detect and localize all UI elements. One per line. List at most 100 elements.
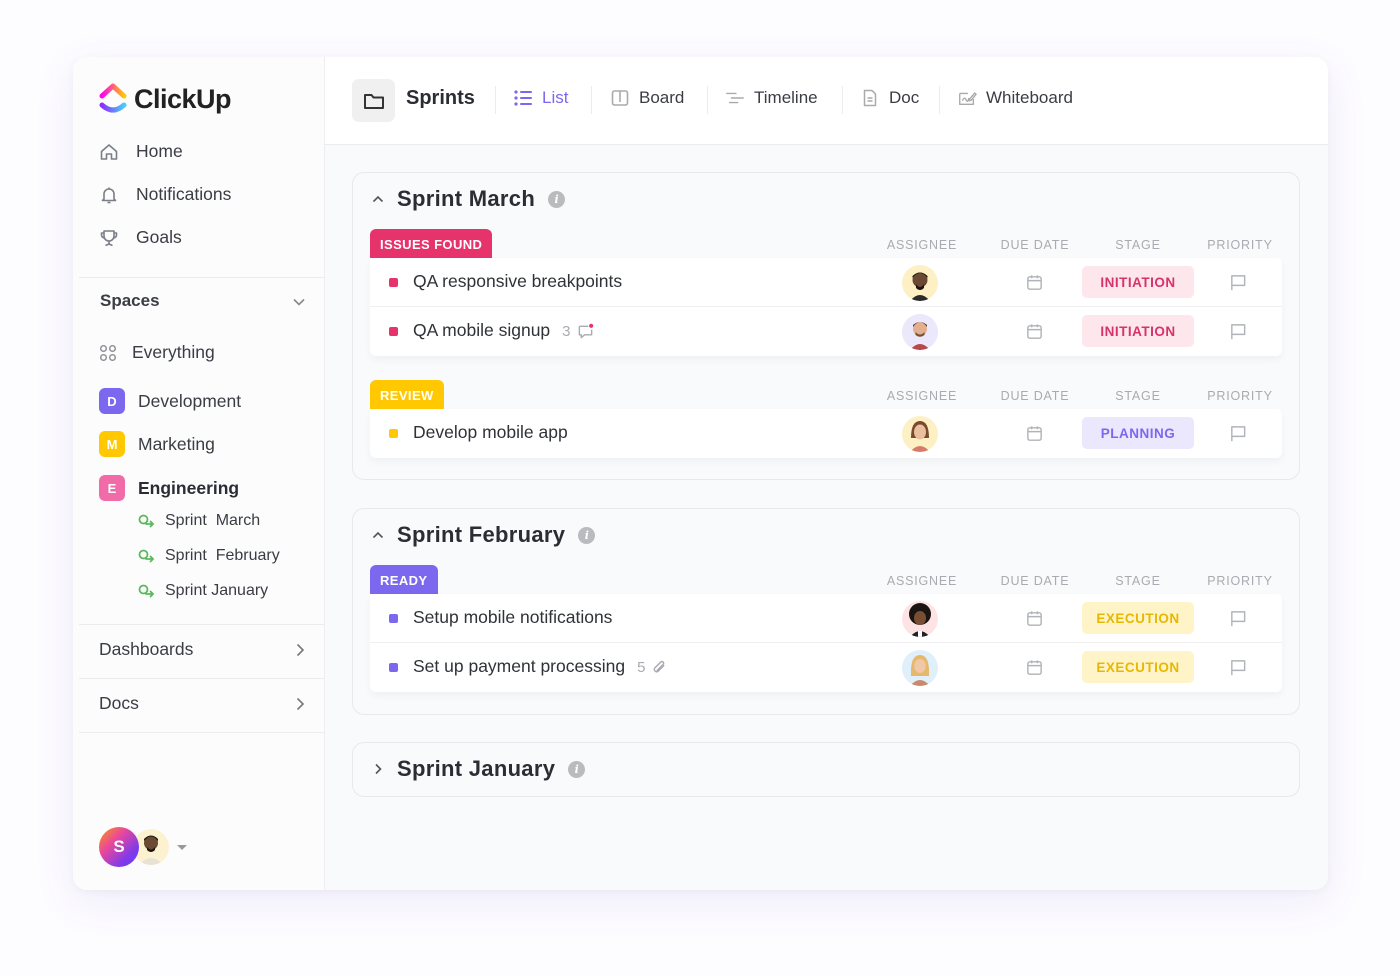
comment-icon bbox=[577, 323, 594, 340]
tab-label: List bbox=[542, 88, 569, 107]
tab-list[interactable]: List bbox=[513, 88, 568, 108]
tab-doc[interactable]: Doc bbox=[860, 88, 919, 108]
status-group-issues-found: ISSUES FOUND ASSIGNEE DUE DATE STAGE PRI… bbox=[370, 229, 1282, 357]
column-header-stage[interactable]: STAGE bbox=[1098, 574, 1178, 588]
tab-board[interactable]: Board bbox=[610, 88, 684, 108]
sprint-header[interactable]: Sprint February i bbox=[371, 522, 596, 548]
nav-goals[interactable]: Goals bbox=[99, 227, 182, 248]
sidebar-space-development[interactable]: D Development bbox=[99, 388, 241, 414]
column-header-due-date[interactable]: DUE DATE bbox=[995, 574, 1075, 588]
task-row[interactable]: QA mobile signup 3 INITIATION bbox=[370, 307, 1282, 356]
user-menu[interactable]: S bbox=[99, 827, 187, 867]
task-row[interactable]: Set up payment processing 5 EXECUTION bbox=[370, 643, 1282, 692]
info-icon[interactable]: i bbox=[548, 190, 566, 208]
tab-whiteboard[interactable]: Whiteboard bbox=[957, 88, 1073, 108]
chevron-up-icon[interactable] bbox=[371, 192, 385, 206]
flag-icon[interactable] bbox=[1228, 322, 1248, 341]
task-row[interactable]: QA responsive breakpoints INITIATION bbox=[370, 258, 1282, 307]
column-header-assignee[interactable]: ASSIGNEE bbox=[882, 389, 962, 403]
status-tag[interactable]: REVIEW bbox=[370, 380, 444, 410]
sidebar-space-marketing[interactable]: M Marketing bbox=[99, 431, 215, 457]
chevron-down-icon[interactable] bbox=[292, 295, 306, 309]
task-row[interactable]: Setup mobile notifications EXECUTION bbox=[370, 594, 1282, 643]
flag-icon[interactable] bbox=[1228, 273, 1248, 292]
status-dot bbox=[389, 327, 398, 336]
main-content: Sprints List Board Timeline Doc Whiteboa… bbox=[325, 57, 1328, 890]
whiteboard-icon bbox=[957, 88, 977, 108]
sidebar-space-engineering[interactable]: E Engineering bbox=[99, 475, 239, 501]
column-header-stage[interactable]: STAGE bbox=[1098, 389, 1178, 403]
stage-badge[interactable]: INITIATION bbox=[1082, 266, 1194, 298]
calendar-icon[interactable] bbox=[1025, 424, 1044, 443]
assignee-avatar[interactable] bbox=[902, 265, 938, 301]
breadcrumb[interactable]: Sprints bbox=[406, 87, 475, 110]
folder-icon bbox=[363, 93, 384, 109]
sidebar-sprint-january[interactable]: Sprint January bbox=[138, 582, 268, 600]
assignee-avatar[interactable] bbox=[902, 601, 938, 637]
flag-icon[interactable] bbox=[1228, 658, 1248, 677]
flag-icon[interactable] bbox=[1228, 609, 1248, 628]
sidebar-item-everything[interactable]: Everything bbox=[99, 342, 215, 363]
status-tag[interactable]: ISSUES FOUND bbox=[370, 229, 493, 259]
info-icon[interactable]: i bbox=[568, 760, 586, 778]
column-header-assignee[interactable]: ASSIGNEE bbox=[882, 574, 962, 588]
sprint-header[interactable]: Sprint January i bbox=[371, 756, 586, 782]
column-header-due-date[interactable]: DUE DATE bbox=[995, 389, 1075, 403]
column-header-assignee[interactable]: ASSIGNEE bbox=[882, 238, 962, 252]
column-header-stage[interactable]: STAGE bbox=[1098, 238, 1178, 252]
task-name[interactable]: QA mobile signup 3 bbox=[413, 320, 594, 341]
attachment-count[interactable]: 5 bbox=[637, 659, 668, 676]
task-list: Setup mobile notifications EXECUTION Set… bbox=[370, 594, 1282, 692]
section-label: Dashboards bbox=[99, 639, 194, 659]
stage-badge[interactable]: EXECUTION bbox=[1082, 602, 1194, 634]
chevron-right-icon[interactable] bbox=[371, 762, 385, 776]
column-header-priority[interactable]: PRIORITY bbox=[1200, 574, 1280, 588]
sprint-label: Sprint January bbox=[165, 582, 269, 599]
comment-count-value: 3 bbox=[562, 323, 571, 340]
nav-notifications[interactable]: Notifications bbox=[99, 184, 231, 205]
clickup-logo[interactable]: ClickUp bbox=[99, 82, 232, 116]
sidebar-divider bbox=[79, 678, 324, 679]
sidebar-sprint-march[interactable]: Sprint March bbox=[138, 512, 260, 530]
calendar-icon[interactable] bbox=[1025, 658, 1044, 677]
nav-home[interactable]: Home bbox=[99, 141, 183, 162]
column-header-due-date[interactable]: DUE DATE bbox=[995, 238, 1075, 252]
status-tag[interactable]: READY bbox=[370, 565, 438, 595]
task-name[interactable]: Set up payment processing 5 bbox=[413, 656, 668, 677]
flag-icon[interactable] bbox=[1228, 424, 1248, 443]
task-row[interactable]: Develop mobile app PLANNING bbox=[370, 409, 1282, 458]
tab-timeline[interactable]: Timeline bbox=[725, 88, 818, 108]
stage-badge[interactable]: PLANNING bbox=[1082, 417, 1194, 449]
info-icon[interactable]: i bbox=[578, 526, 596, 544]
calendar-icon[interactable] bbox=[1025, 322, 1044, 341]
stage-badge[interactable]: EXECUTION bbox=[1082, 651, 1194, 683]
tab-label: Whiteboard bbox=[986, 88, 1073, 107]
sidebar-dashboards[interactable]: Dashboards bbox=[99, 639, 306, 660]
column-header-priority[interactable]: PRIORITY bbox=[1200, 389, 1280, 403]
task-list: Develop mobile app PLANNING bbox=[370, 409, 1282, 458]
comment-count[interactable]: 3 bbox=[562, 323, 593, 340]
stage-badge[interactable]: INITIATION bbox=[1082, 315, 1194, 347]
folder-button[interactable] bbox=[352, 79, 395, 122]
sidebar-sprint-february[interactable]: Sprint February bbox=[138, 547, 280, 565]
assignee-avatar[interactable] bbox=[902, 416, 938, 452]
sprint-header[interactable]: Sprint March i bbox=[371, 186, 566, 212]
task-name[interactable]: QA responsive breakpoints bbox=[413, 271, 622, 292]
tab-label: Timeline bbox=[754, 88, 818, 107]
sidebar-docs[interactable]: Docs bbox=[99, 693, 306, 714]
spaces-header[interactable]: Spaces bbox=[100, 291, 160, 311]
task-name-text: QA mobile signup bbox=[413, 320, 551, 340]
assignee-avatar[interactable] bbox=[902, 314, 938, 350]
nav-label: Home bbox=[136, 141, 183, 161]
calendar-icon[interactable] bbox=[1025, 609, 1044, 628]
calendar-icon[interactable] bbox=[1025, 273, 1044, 292]
chevron-up-icon[interactable] bbox=[371, 528, 385, 542]
sprint-section-march: Sprint March i ISSUES FOUND ASSIGNEE DUE… bbox=[352, 172, 1300, 480]
assignee-avatar[interactable] bbox=[902, 650, 938, 686]
task-name[interactable]: Develop mobile app bbox=[413, 422, 568, 443]
sprint-label: Sprint March bbox=[165, 512, 261, 529]
task-name[interactable]: Setup mobile notifications bbox=[413, 607, 612, 628]
space-badge: E bbox=[99, 475, 125, 501]
column-header-priority[interactable]: PRIORITY bbox=[1200, 238, 1280, 252]
sprint-title: Sprint March bbox=[397, 186, 536, 211]
